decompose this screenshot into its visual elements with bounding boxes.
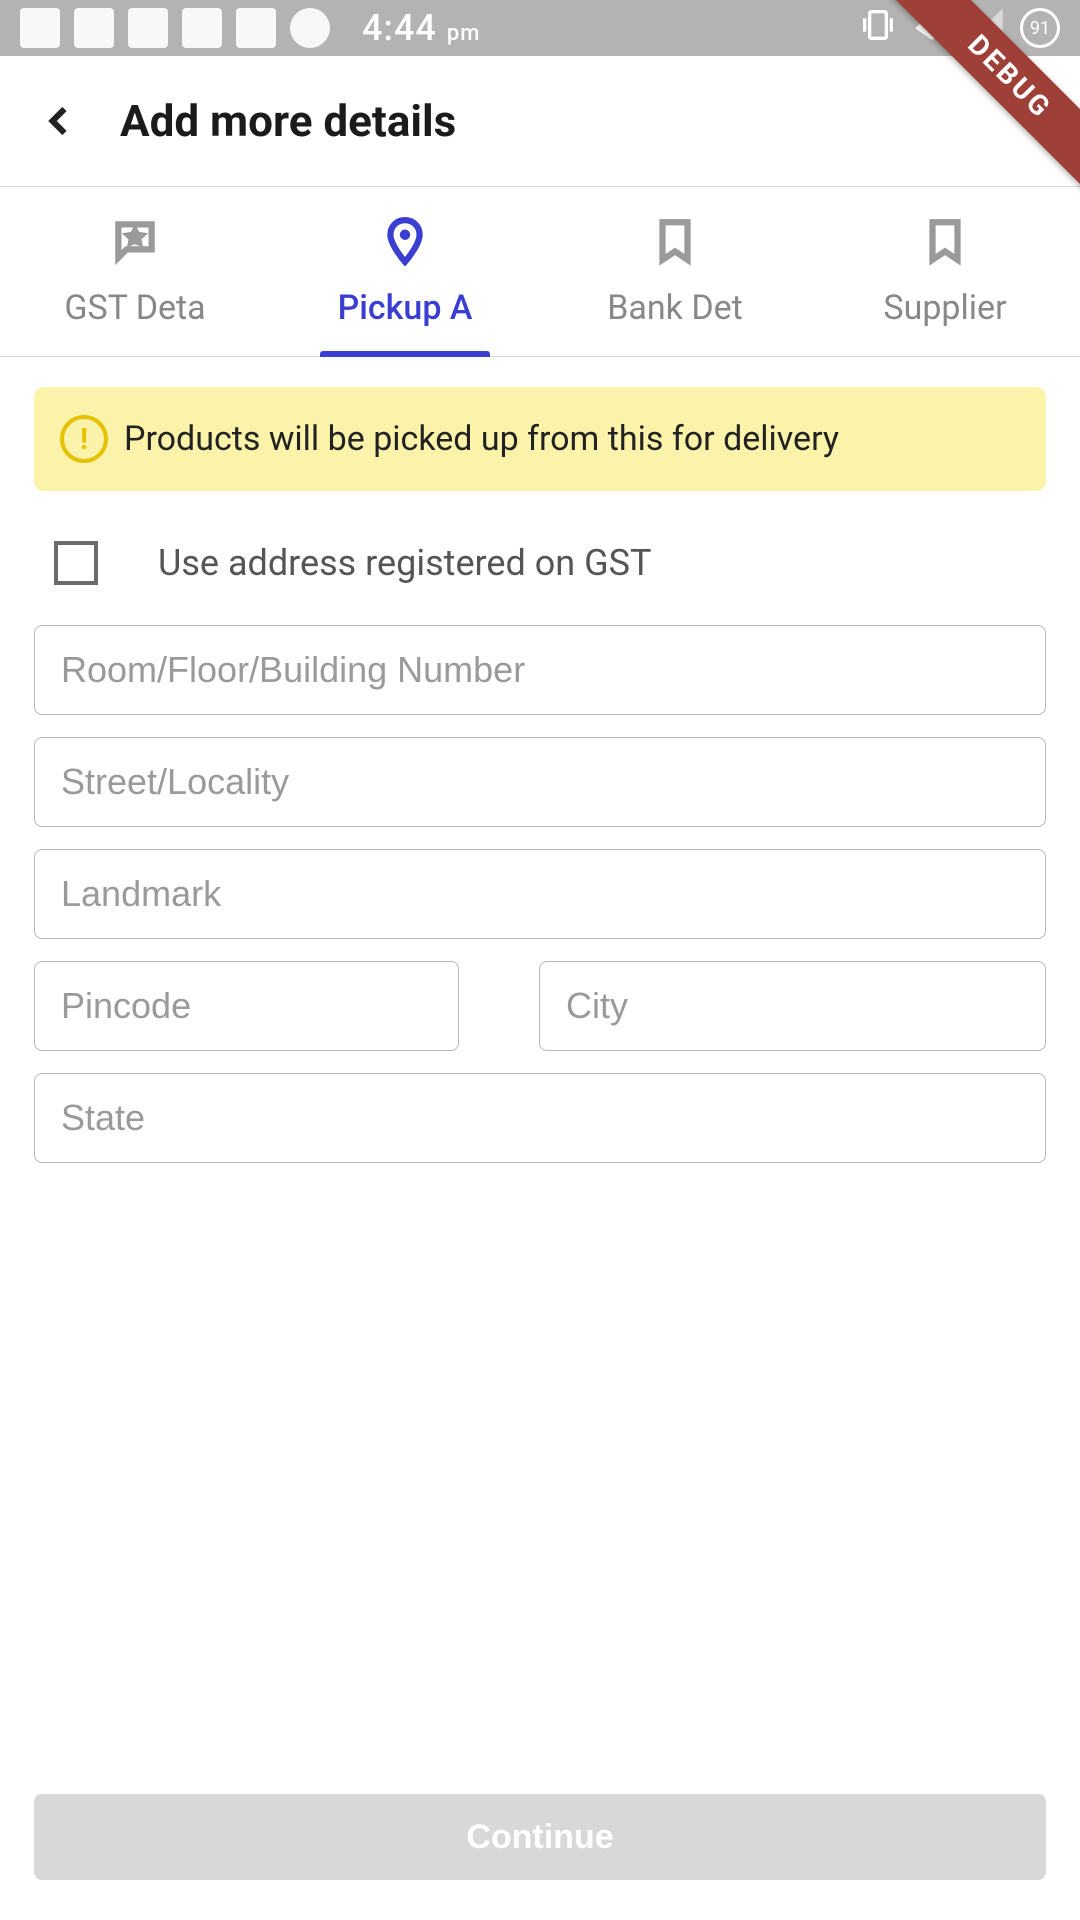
tab-bank-details[interactable]: Bank Det xyxy=(540,187,810,356)
tab-label: Bank Det xyxy=(607,288,743,328)
location-pin-icon xyxy=(380,216,430,266)
bookmark-icon xyxy=(920,216,970,266)
tab-pickup-address[interactable]: Pickup A xyxy=(270,187,540,356)
tab-gst-details[interactable]: GST Deta xyxy=(0,187,270,356)
image-icon xyxy=(236,8,276,48)
vibrate-icon xyxy=(858,5,898,52)
status-right: 91 xyxy=(858,5,1060,52)
blinkit-icon xyxy=(128,8,168,48)
tabs: GST Deta Pickup A Bank Det Supplier xyxy=(0,187,1080,357)
time-value: 4:44 xyxy=(362,7,437,49)
tab-label: Supplier xyxy=(883,288,1006,328)
info-text: Products will be picked up from this for… xyxy=(124,419,839,459)
chrome-icon xyxy=(290,8,330,48)
room-field[interactable] xyxy=(34,625,1046,715)
pincode-field[interactable] xyxy=(34,961,459,1051)
notification-icon xyxy=(20,8,60,48)
chat-star-icon xyxy=(110,216,160,266)
tab-label: GST Deta xyxy=(64,288,205,328)
status-left: 4:44 pm xyxy=(20,7,480,49)
continue-wrap: Continue xyxy=(34,1794,1046,1880)
app-icon xyxy=(74,8,114,48)
status-time: 4:44 pm xyxy=(362,7,480,49)
tab-label: Pickup A xyxy=(338,288,473,328)
checkbox[interactable] xyxy=(54,541,98,585)
bookmark-icon xyxy=(650,216,700,266)
wifi-icon xyxy=(912,5,952,52)
landmark-field[interactable] xyxy=(34,849,1046,939)
page-title: Add more details xyxy=(120,95,456,147)
tab-supplier[interactable]: Supplier xyxy=(810,187,1080,356)
status-bar: 4:44 pm 91 xyxy=(0,0,1080,56)
back-button[interactable] xyxy=(30,91,90,151)
info-banner: ! Products will be picked up from this f… xyxy=(34,387,1046,491)
street-field[interactable] xyxy=(34,737,1046,827)
warning-icon: ! xyxy=(60,415,108,463)
battery-badge: 91 xyxy=(1020,8,1060,48)
zomato-icon xyxy=(182,8,222,48)
city-field[interactable] xyxy=(539,961,1046,1051)
time-suffix: pm xyxy=(447,21,481,46)
use-gst-address-row[interactable]: Use address registered on GST xyxy=(34,491,1046,625)
state-field[interactable] xyxy=(34,1073,1046,1163)
checkbox-label: Use address registered on GST xyxy=(158,542,651,584)
continue-button[interactable]: Continue xyxy=(34,1794,1046,1880)
app-bar: Add more details xyxy=(0,56,1080,186)
content: ! Products will be picked up from this f… xyxy=(0,387,1080,1185)
chevron-left-icon xyxy=(42,103,78,139)
signal-icon xyxy=(966,5,1006,52)
